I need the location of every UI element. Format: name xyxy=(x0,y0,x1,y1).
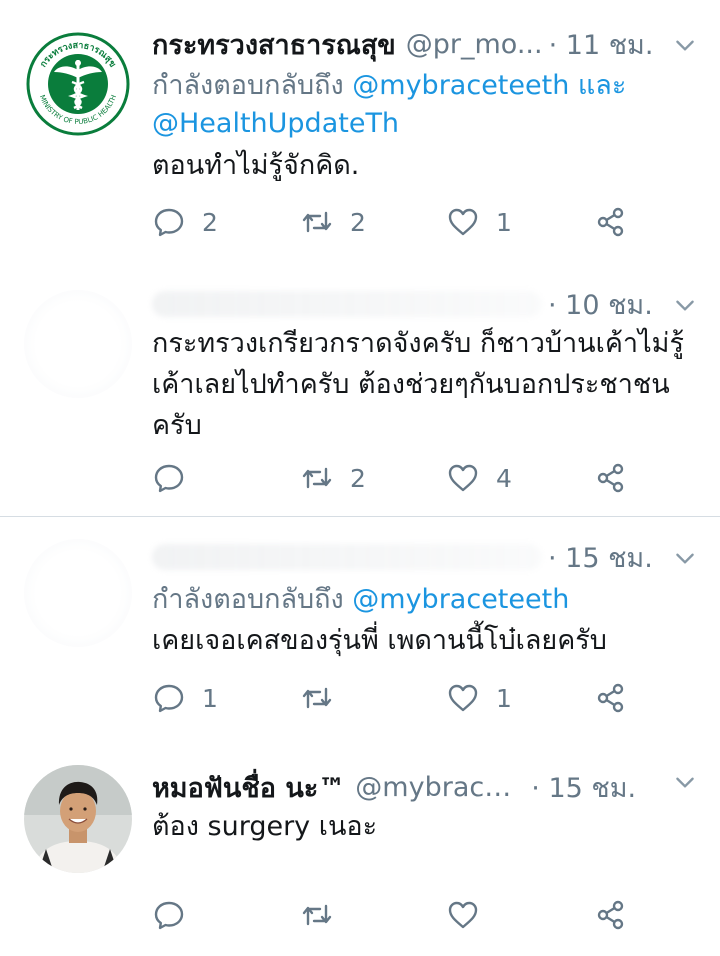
reply-icon xyxy=(154,208,184,237)
retweet-button[interactable]: 2 xyxy=(300,456,366,500)
mention-link[interactable]: @mybraceteeth xyxy=(352,70,569,101)
tweet[interactable]: กระทรวงสาธารณสุข MINISTRY OF PUBLIC HEAL… xyxy=(0,0,720,270)
chevron-down-icon[interactable] xyxy=(672,545,698,571)
mention-link[interactable]: @HealthUpdateTh xyxy=(152,108,399,139)
timestamp[interactable]: · 10 ชม. xyxy=(548,283,653,326)
reply-count: 2 xyxy=(202,207,218,237)
text-line: กระทรวงเกรียวกราดจังครับ ก็ชาวบ้านเค้าไม… xyxy=(152,328,684,359)
reply-button[interactable] xyxy=(152,456,202,500)
timestamp[interactable]: · 15 ชม. xyxy=(531,766,636,809)
ministry-logo: กระทรวงสาธารณสุข MINISTRY OF PUBLIC HEAL… xyxy=(25,31,131,137)
avatar[interactable]: กระทรวงสาธารณสุข MINISTRY OF PUBLIC HEAL… xyxy=(24,30,132,138)
reply-button[interactable]: 1 xyxy=(152,676,218,720)
timestamp[interactable]: · 15 ชม. xyxy=(548,536,653,579)
share-button[interactable] xyxy=(594,200,628,244)
timestamp[interactable]: · 11 ชม. xyxy=(549,23,654,66)
tweet-text: กระทรวงเกรียวกราดจังครับ ก็ชาวบ้านเค้าไม… xyxy=(152,323,690,446)
blurred-name xyxy=(152,544,542,570)
reply-context: กำลังตอบกลับถึง @mybraceteeth xyxy=(152,581,700,619)
like-count: 4 xyxy=(496,463,512,493)
reply-button[interactable]: 2 xyxy=(152,200,218,244)
chevron-down-icon[interactable] xyxy=(672,292,698,318)
tweet-text: ต้อง surgery เนอะ xyxy=(152,811,378,842)
like-icon xyxy=(448,901,478,929)
username[interactable]: @mybracete... xyxy=(355,772,525,803)
like-button[interactable]: 4 xyxy=(446,456,512,500)
chevron-down-icon[interactable] xyxy=(672,769,698,795)
tweet-actions: 2 4 xyxy=(152,456,652,500)
display-name[interactable]: กระทรวงสาธารณสุข xyxy=(152,23,396,66)
text-line: เค้าเลยไปทำครับ ต้องช่วยๆกันบอกประชาชน xyxy=(152,369,670,400)
reply-joiner: และ xyxy=(569,70,627,101)
like-button[interactable]: 1 xyxy=(446,200,512,244)
retweet-button[interactable]: 2 xyxy=(300,200,366,244)
share-icon xyxy=(597,207,624,237)
reply-button[interactable] xyxy=(152,893,202,937)
tweet-header: · 15 ชม. xyxy=(152,535,720,579)
tweet-actions: 2 2 1 xyxy=(152,200,652,244)
mention-link[interactable]: @mybraceteeth xyxy=(352,584,569,615)
like-count: 1 xyxy=(496,683,512,713)
tweet-text: ตอนทำไม่รู้จักคิด. xyxy=(152,150,360,181)
share-button[interactable] xyxy=(594,676,628,720)
reply-count: 1 xyxy=(202,683,218,713)
share-icon xyxy=(597,683,624,713)
reply-icon xyxy=(154,901,184,930)
username[interactable]: @pr_mo... xyxy=(406,29,543,60)
retweet-icon xyxy=(302,211,332,233)
reply-prefix: กำลังตอบกลับถึง xyxy=(152,70,353,101)
like-button[interactable]: 1 xyxy=(446,676,512,720)
reply-icon xyxy=(154,464,184,493)
avatar[interactable] xyxy=(24,765,132,873)
retweet-button[interactable] xyxy=(300,676,350,720)
tweet[interactable]: หมอฟันชื่อ นะ™ @mybracete... · 15 ชม. ต้… xyxy=(0,743,720,956)
reply-icon xyxy=(154,684,184,713)
tweet-actions: 1 1 xyxy=(152,676,652,720)
reply-context: กำลังตอบกลับถึง @mybraceteeth และ @Healt… xyxy=(152,67,700,143)
tweet-header: · 10 ชม. xyxy=(152,282,720,326)
like-icon xyxy=(448,208,478,236)
share-button[interactable] xyxy=(594,893,628,937)
chevron-down-icon[interactable] xyxy=(672,32,698,58)
share-button[interactable] xyxy=(594,456,628,500)
like-icon xyxy=(448,684,478,712)
retweet-count: 2 xyxy=(350,207,366,237)
profile-photo xyxy=(24,765,132,873)
reply-prefix: กำลังตอบกลับถึง xyxy=(152,584,353,615)
like-button[interactable] xyxy=(446,893,496,937)
tweet[interactable]: · 15 ชม. กำลังตอบกลับถึง @mybraceteeth เ… xyxy=(0,517,720,743)
like-icon xyxy=(448,464,478,492)
tweet-text: เคยเจอเคสของรุ่นพี่ เพดานนี้โบ๋เลยครับ xyxy=(152,625,607,656)
retweet-count: 2 xyxy=(350,463,366,493)
text-line: ครับ xyxy=(152,410,202,441)
retweet-icon xyxy=(302,467,332,489)
avatar[interactable] xyxy=(24,290,132,398)
retweet-icon xyxy=(302,904,332,926)
tweet-actions xyxy=(152,893,652,937)
tweet[interactable]: · 10 ชม. กระทรวงเกรียวกราดจังครับ ก็ชาวบ… xyxy=(0,270,720,516)
retweet-button[interactable] xyxy=(300,893,350,937)
blurred-name xyxy=(152,291,542,317)
like-count: 1 xyxy=(496,207,512,237)
share-icon xyxy=(597,463,624,493)
display-name[interactable]: หมอฟันชื่อ นะ™ xyxy=(152,766,345,809)
avatar[interactable] xyxy=(24,539,132,647)
share-icon xyxy=(597,900,624,930)
retweet-icon xyxy=(302,687,332,709)
tweet-header: หมอฟันชื่อ นะ™ @mybracete... · 15 ชม. xyxy=(152,765,720,809)
tweet-header: กระทรวงสาธารณสุข @pr_mo... · 11 ชม. xyxy=(152,22,720,66)
